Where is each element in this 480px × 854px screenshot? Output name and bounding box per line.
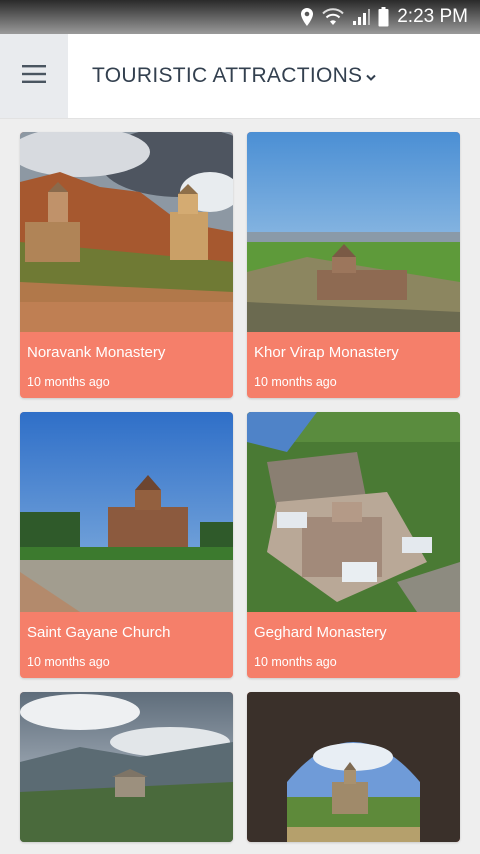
card-photo	[247, 692, 460, 842]
card-timestamp: 10 months ago	[254, 655, 337, 669]
status-time: 2:23 PM	[397, 6, 468, 27]
attraction-card[interactable]	[247, 692, 460, 842]
card-photo	[20, 132, 233, 332]
card-timestamp: 10 months ago	[27, 375, 110, 389]
attraction-card[interactable]: Saint Gayane Church 10 months ago	[20, 412, 233, 678]
wifi-icon	[322, 8, 344, 26]
menu-button[interactable]	[0, 34, 68, 118]
attraction-card[interactable]: Geghard Monastery 10 months ago	[247, 412, 460, 678]
status-bar: 2:23 PM	[0, 0, 480, 34]
page-title: TOURISTIC ATTRACTIONS	[92, 64, 363, 87]
card-photo	[20, 692, 233, 842]
location-icon	[300, 7, 314, 27]
attraction-card[interactable]	[20, 692, 233, 842]
card-title: Saint Gayane Church	[27, 624, 171, 641]
card-title: Geghard Monastery	[254, 624, 387, 641]
card-photo	[20, 412, 233, 612]
page-title-dropdown[interactable]: TOURISTIC ATTRACTIONS	[92, 34, 377, 118]
battery-icon	[378, 7, 389, 27]
card-timestamp: 10 months ago	[27, 655, 110, 669]
app-bar: TOURISTIC ATTRACTIONS	[0, 34, 480, 119]
card-photo	[247, 132, 460, 332]
card-title: Noravank Monastery	[27, 344, 166, 361]
menu-icon	[22, 64, 46, 89]
card-photo	[247, 412, 460, 612]
chevron-down-icon	[366, 64, 377, 88]
card-timestamp: 10 months ago	[254, 375, 337, 389]
attraction-card[interactable]: Noravank Monastery 10 months ago	[20, 132, 233, 398]
card-title: Khor Virap Monastery	[254, 344, 399, 361]
attraction-card[interactable]: Khor Virap Monastery 10 months ago	[247, 132, 460, 398]
signal-icon	[352, 8, 371, 26]
